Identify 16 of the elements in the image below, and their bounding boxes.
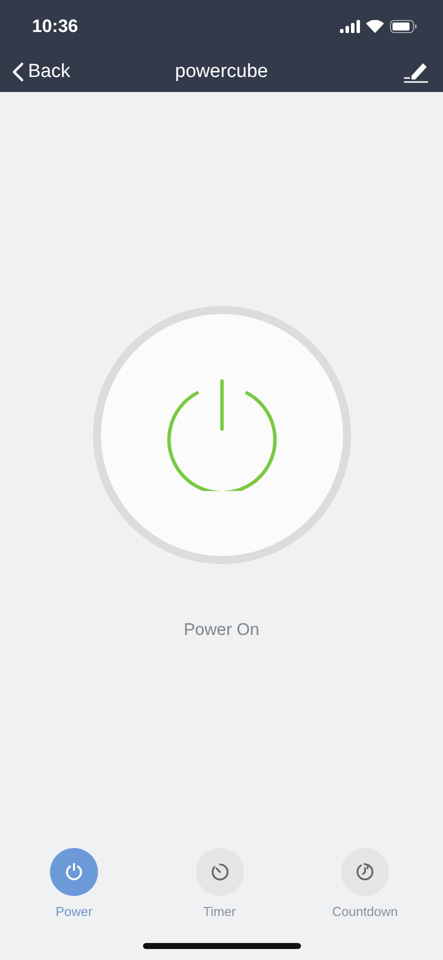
power-status: Power On [184,620,260,640]
power-icon [64,862,84,882]
signal-icon [340,20,360,32]
countdown-icon [355,862,375,882]
stopwatch-icon [210,862,230,882]
tab-button[interactable]: Timer [180,848,260,919]
status-time: 10:36 [32,16,78,36]
battery-icon [390,20,417,32]
edit-icon[interactable] [403,61,429,83]
tab-button[interactable]: Power [34,848,114,919]
chevron-left-icon [12,62,24,82]
page-title: powercube [175,61,268,83]
wifi-icon [366,20,384,32]
tab-button[interactable]: Countdown [325,848,405,919]
back-button[interactable]: Back [12,61,70,83]
power-icon [166,379,278,491]
